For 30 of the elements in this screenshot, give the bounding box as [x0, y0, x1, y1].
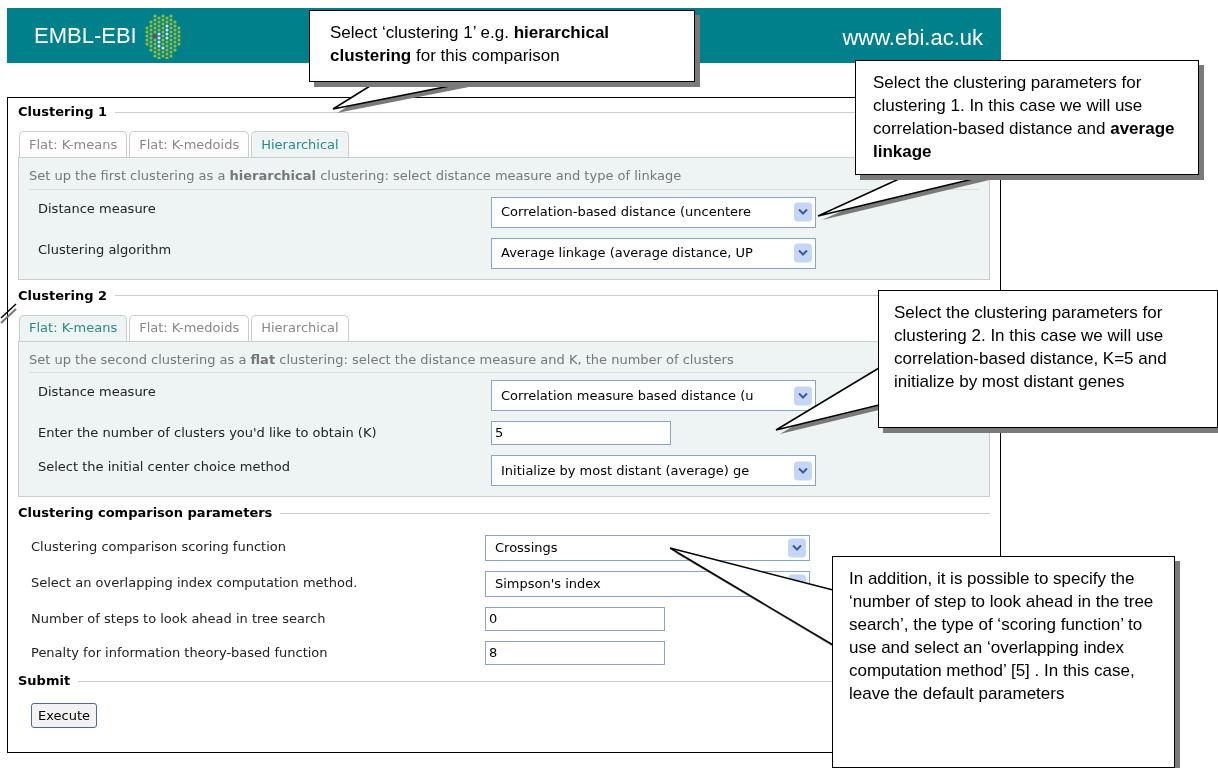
tab[interactable]: Flat: K-medoids — [129, 131, 250, 157]
site-url: www.ebi.ac.uk — [842, 24, 983, 52]
dropdown-field[interactable]: Initialize by most distant (average) ge — [491, 455, 816, 486]
field-label: Select the initial center choice method — [38, 458, 291, 476]
input-field[interactable]: 0 — [485, 607, 665, 631]
field-label: Penalty for information theory-based function — [31, 644, 329, 662]
input-field[interactable]: 8 — [485, 641, 665, 665]
tab[interactable]: Flat: K-medoids — [129, 314, 250, 341]
section-title: Clustering 1 — [18, 103, 108, 122]
field-label: Number of steps to look ahead in tree search — [31, 610, 327, 628]
field-label: Distance measure — [38, 199, 157, 218]
dropdown-field[interactable]: Correlation measure based distance (u — [491, 380, 816, 411]
site-logo-text: EMBL-EBI — [34, 22, 137, 50]
section-title: Submit — [18, 672, 71, 691]
field-label: Select an overlapping index computation method. — [31, 574, 359, 592]
tab[interactable]: Flat: K-means — [19, 314, 128, 341]
dropdown-field[interactable]: Crossings — [485, 535, 810, 561]
section-title: Clustering 2 — [18, 286, 108, 305]
field-label: Distance measure — [38, 383, 157, 401]
field-label: Clustering algorithm — [38, 240, 173, 259]
dropdown-field[interactable]: Correlation-based distance (uncentere — [491, 196, 816, 228]
execute-button[interactable]: Execute — [31, 703, 97, 729]
tab[interactable]: Flat: K-means — [19, 131, 128, 157]
section-title: Clustering comparison parameters — [18, 504, 273, 523]
dropdown-field[interactable]: Average linkage (average distance, UP — [491, 237, 816, 269]
field-label: Clustering comparison scoring function — [31, 538, 287, 556]
input-field[interactable]: 5 — [491, 421, 671, 445]
tab[interactable]: Hierarchical — [251, 131, 349, 157]
tab[interactable]: Hierarchical — [251, 314, 349, 341]
field-label: Enter the number of clusters you'd like to obtain (K) — [38, 424, 378, 442]
